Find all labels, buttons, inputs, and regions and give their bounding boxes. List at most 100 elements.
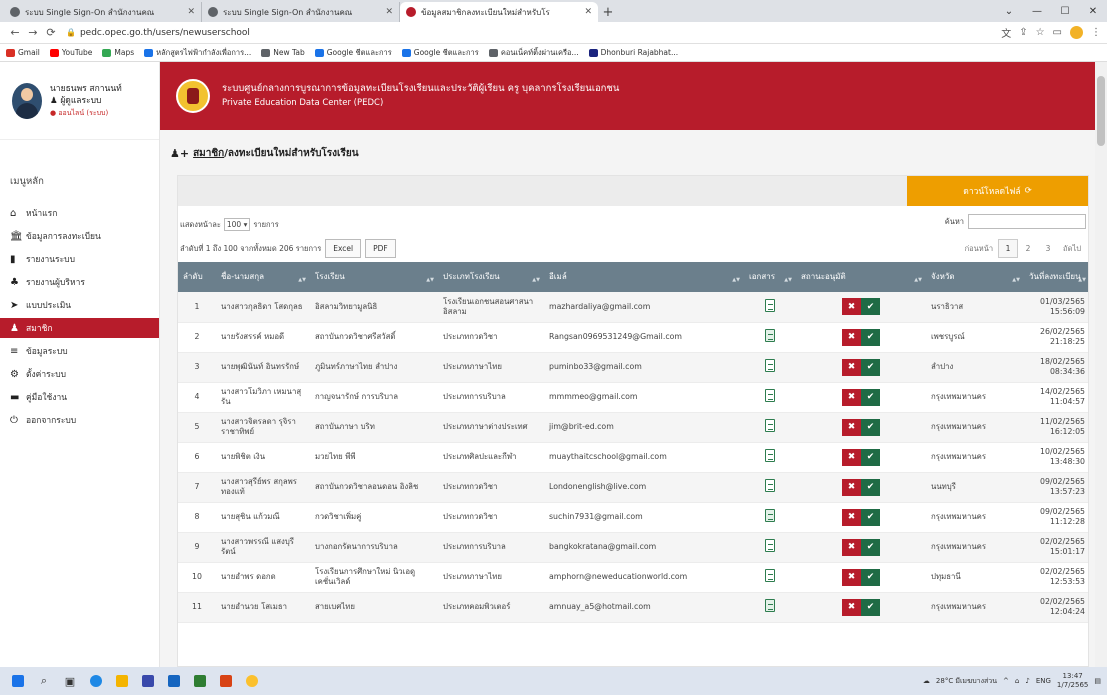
pdf-file-icon[interactable] xyxy=(765,419,775,432)
column-header[interactable]: ประเภทโรงเรียน ▲▼ xyxy=(438,262,544,292)
forward-icon[interactable]: → xyxy=(24,26,42,39)
column-header[interactable]: ชื่อ-นามสกุล ▲▼ xyxy=(216,262,310,292)
store-icon[interactable] xyxy=(138,671,158,691)
approve-button[interactable]: ✔ xyxy=(861,388,880,406)
profile-avatar[interactable] xyxy=(1070,26,1083,39)
star-icon[interactable]: ☆ xyxy=(1036,27,1045,38)
bookmark-item[interactable]: Gmail xyxy=(6,48,40,57)
edge-icon[interactable] xyxy=(86,671,106,691)
pdf-file-icon[interactable] xyxy=(765,479,775,492)
bookmark-item[interactable]: Google ชีตและการ xyxy=(401,47,479,59)
word-icon[interactable] xyxy=(164,671,184,691)
pager-page[interactable]: 1 xyxy=(998,239,1019,258)
reject-button[interactable]: ✖ xyxy=(842,508,861,526)
image-file-icon[interactable] xyxy=(765,599,775,612)
reject-button[interactable]: ✖ xyxy=(842,388,861,406)
close-window-icon[interactable]: ✕ xyxy=(1079,0,1107,22)
page-scrollbar[interactable] xyxy=(1095,62,1107,667)
approve-button[interactable]: ✔ xyxy=(861,328,880,346)
approve-button[interactable]: ✔ xyxy=(861,358,880,376)
browser-tab[interactable]: ระบบ Single Sign-On สำนักงานคณ ✕ xyxy=(4,2,202,22)
pdf-file-icon[interactable] xyxy=(765,539,775,552)
column-header[interactable]: อีเมล์ ▲▼ xyxy=(544,262,744,292)
excel-button[interactable]: Excel xyxy=(325,239,362,258)
search-input[interactable] xyxy=(968,214,1086,229)
bookmark-item[interactable]: Google ชีตและการ xyxy=(314,47,392,59)
bookmark-item[interactable]: New Tab xyxy=(261,48,305,57)
browser-tab[interactable]: ข้อมูลสมาชิกลงทะเบียนใหม่สำหรับโร ✕ xyxy=(400,2,598,22)
pdf-button[interactable]: PDF xyxy=(365,239,396,258)
windows-start-icon[interactable] xyxy=(8,671,28,691)
column-header[interactable]: ลำดับ xyxy=(178,262,216,292)
search-icon[interactable]: ⌕ xyxy=(34,671,54,691)
pager-page[interactable]: 2 xyxy=(1018,239,1038,258)
new-tab-icon[interactable]: + xyxy=(598,2,618,22)
minimize-icon[interactable]: — xyxy=(1023,0,1051,22)
approve-button[interactable]: ✔ xyxy=(861,448,880,466)
pager-prev[interactable]: ก่อนหน้า xyxy=(960,239,998,258)
language-indicator[interactable]: ENG xyxy=(1036,677,1051,685)
sidebar-item[interactable]: 🏛 ข้อมูลการลงทะเบียน xyxy=(0,226,159,246)
reject-button[interactable]: ✖ xyxy=(842,358,861,376)
translate-icon[interactable]: 文 xyxy=(1001,25,1011,40)
sidebar-item[interactable]: ⚙ ตั้งค่าระบบ xyxy=(0,364,159,384)
browser-tab[interactable]: ระบบ Single Sign-On สำนักงานคณ ✕ xyxy=(202,2,400,22)
tab-close-icon[interactable]: ✕ xyxy=(385,7,393,17)
reject-button[interactable]: ✖ xyxy=(842,538,861,556)
bookmark-item[interactable]: หลักสูตรไฟฟ้ากำลังเพื่อการ... xyxy=(144,47,251,59)
pager-page[interactable]: 3 xyxy=(1038,239,1058,258)
network-icon[interactable]: ⌂ xyxy=(1015,677,1019,685)
bookmark-item[interactable]: Dhonburi Rajabhat... xyxy=(588,48,678,57)
column-header[interactable]: จังหวัด ▲▼ xyxy=(926,262,1024,292)
approve-button[interactable]: ✔ xyxy=(861,418,880,436)
reject-button[interactable]: ✖ xyxy=(842,298,861,316)
reject-button[interactable]: ✖ xyxy=(842,328,861,346)
excel-icon[interactable] xyxy=(190,671,210,691)
reject-button[interactable]: ✖ xyxy=(842,418,861,436)
approve-button[interactable]: ✔ xyxy=(861,478,880,496)
clock[interactable]: 13:47 1/7/2565 xyxy=(1057,672,1088,690)
download-button[interactable]: ดาวน์โหลดไฟล์ ⟳ xyxy=(907,176,1088,206)
approve-button[interactable]: ✔ xyxy=(861,568,880,586)
approve-button[interactable]: ✔ xyxy=(861,298,880,316)
file-explorer-icon[interactable] xyxy=(112,671,132,691)
pdf-file-icon[interactable] xyxy=(765,449,775,462)
notification-icon[interactable]: ▤ xyxy=(1094,677,1101,685)
sidebar-item[interactable]: ▬ คู่มือใช้งาน xyxy=(0,387,159,407)
tab-close-icon[interactable]: ✕ xyxy=(187,7,195,17)
column-header[interactable]: วันที่ลงทะเบียน ▲▼ xyxy=(1024,262,1088,292)
maximize-icon[interactable]: ☐ xyxy=(1051,0,1079,22)
pdf-file-icon[interactable] xyxy=(765,298,775,312)
reject-button[interactable]: ✖ xyxy=(842,568,861,586)
pdf-file-icon[interactable] xyxy=(765,359,775,372)
breadcrumb-link-members[interactable]: สมาชิก xyxy=(193,146,224,161)
chrome-icon[interactable] xyxy=(242,671,262,691)
back-icon[interactable]: ← xyxy=(6,26,24,39)
sidebar-item[interactable]: ➤ แบบประเมิน xyxy=(0,295,159,315)
sidepanel-icon[interactable]: ▭ xyxy=(1053,27,1062,38)
sidebar-item[interactable]: ⌂ หน้าแรก xyxy=(0,203,159,223)
url-field[interactable]: 🔒 pedc.opec.go.th/users/newuserschool xyxy=(66,28,1001,38)
tab-search-icon[interactable]: ⌄ xyxy=(995,0,1023,22)
column-header[interactable]: โรงเรียน ▲▼ xyxy=(310,262,438,292)
image-file-icon[interactable] xyxy=(765,509,775,522)
sidebar-item[interactable]: ▮ รายงานระบบ xyxy=(0,249,159,269)
sidebar-item[interactable]: ≡ ข้อมูลระบบ xyxy=(0,341,159,361)
bookmark-item[interactable]: คอนเน็คท์ติ้งผ่านเครือ... xyxy=(488,47,579,59)
bookmark-item[interactable]: YouTube xyxy=(49,48,92,57)
sidebar-item[interactable]: ⏻ ออกจากระบบ xyxy=(0,410,159,430)
approve-button[interactable]: ✔ xyxy=(861,538,880,556)
reject-button[interactable]: ✖ xyxy=(842,448,861,466)
tray-chevron-icon[interactable]: ^ xyxy=(1003,677,1009,685)
scroll-thumb[interactable] xyxy=(1097,76,1105,146)
sidebar-item[interactable]: ♣ รายงานผู้บริหาร xyxy=(0,272,159,292)
volume-icon[interactable]: ♪ xyxy=(1025,677,1029,685)
powerpoint-icon[interactable] xyxy=(216,671,236,691)
bookmark-item[interactable]: Maps xyxy=(102,48,134,57)
pdf-file-icon[interactable] xyxy=(765,389,775,402)
share-icon[interactable]: ⇪ xyxy=(1019,27,1027,38)
image-file-icon[interactable] xyxy=(765,329,775,342)
task-view-icon[interactable]: ▣ xyxy=(60,671,80,691)
approve-button[interactable]: ✔ xyxy=(861,598,880,616)
reload-icon[interactable]: ⟳ xyxy=(42,26,60,39)
